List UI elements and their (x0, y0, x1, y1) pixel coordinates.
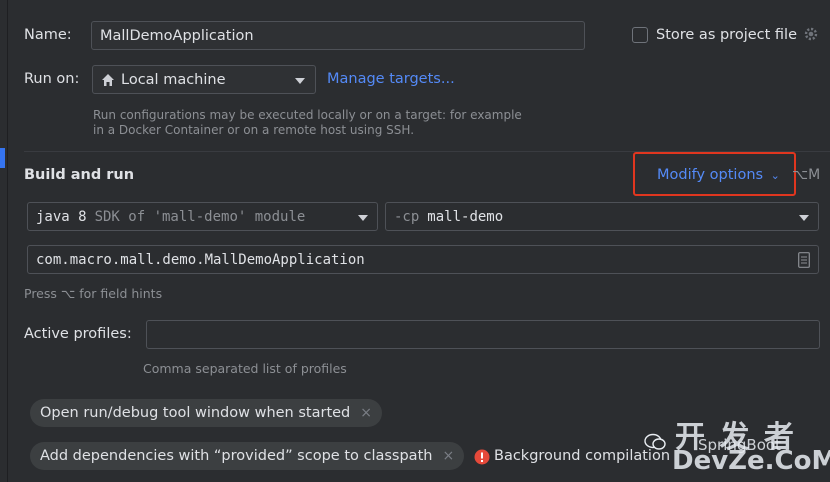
classpath-module-select[interactable]: -cp mall-demo (385, 202, 819, 231)
name-label: Name: (24, 27, 72, 43)
chevron-down-icon: ⌄ (770, 169, 780, 182)
gutter-selection-marker (0, 148, 5, 168)
modify-options-link[interactable]: Modify options ⌄ (657, 167, 780, 183)
watermark-site: DevZe.CoM (672, 446, 830, 476)
classpath-module: mall-demo (427, 208, 504, 225)
store-as-project-file-label[interactable]: Store as project file (656, 27, 797, 43)
chevron-down-icon (295, 78, 305, 84)
active-profiles-hint: Comma separated list of profiles (143, 361, 347, 376)
active-profiles-input[interactable] (146, 320, 820, 349)
modify-options-label: Modify options (657, 167, 764, 183)
build-and-run-title: Build and run (24, 167, 135, 183)
run-on-select[interactable]: Local machine (92, 65, 316, 94)
run-on-value: Local machine (121, 71, 226, 88)
home-icon (101, 73, 115, 87)
gear-icon[interactable] (803, 26, 819, 42)
main-class-value: com.macro.mall.demo.MallDemoApplication (36, 251, 365, 268)
chevron-down-icon (358, 215, 368, 221)
main-class-input[interactable]: com.macro.mall.demo.MallDemoApplication (27, 245, 819, 274)
wechat-icon (644, 433, 666, 451)
name-input-value: MallDemoApplication (100, 27, 254, 44)
run-on-hint-line2: in a Docker Container or on a remote hos… (93, 123, 415, 137)
manage-targets-link[interactable]: Manage targets... (327, 71, 455, 87)
field-hints-hint: Press ⌥ for field hints (24, 286, 163, 301)
run-on-hint-line1: Run configurations may be executed local… (93, 108, 522, 122)
run-on-label: Run on: (24, 71, 80, 87)
jre-sdk-description: SDK of 'mall-demo' module (94, 208, 306, 225)
chip-label: Add dependencies with “provided” scope t… (40, 448, 433, 464)
option-chip-open-tool-window[interactable]: Open run/debug tool window when started … (30, 399, 382, 427)
close-icon[interactable]: × (360, 405, 372, 421)
chevron-down-icon (799, 215, 809, 221)
classpath-prefix: -cp (394, 208, 420, 225)
left-gutter (0, 0, 8, 482)
modify-options-shortcut: ⌥M (792, 167, 821, 183)
option-chip-provided-scope[interactable]: Add dependencies with “provided” scope t… (30, 442, 465, 470)
store-as-project-file-checkbox[interactable] (632, 27, 648, 43)
close-icon[interactable]: × (442, 448, 454, 464)
name-input[interactable]: MallDemoApplication (91, 21, 585, 50)
active-profiles-label: Active profiles: (24, 326, 132, 342)
error-icon (474, 449, 490, 465)
browse-file-icon[interactable] (798, 252, 810, 268)
chip-label: Open run/debug tool window when started (40, 405, 351, 421)
jre-java-version: java 8 (36, 208, 87, 225)
jre-select[interactable]: java 8 SDK of 'mall-demo' module (27, 202, 378, 231)
